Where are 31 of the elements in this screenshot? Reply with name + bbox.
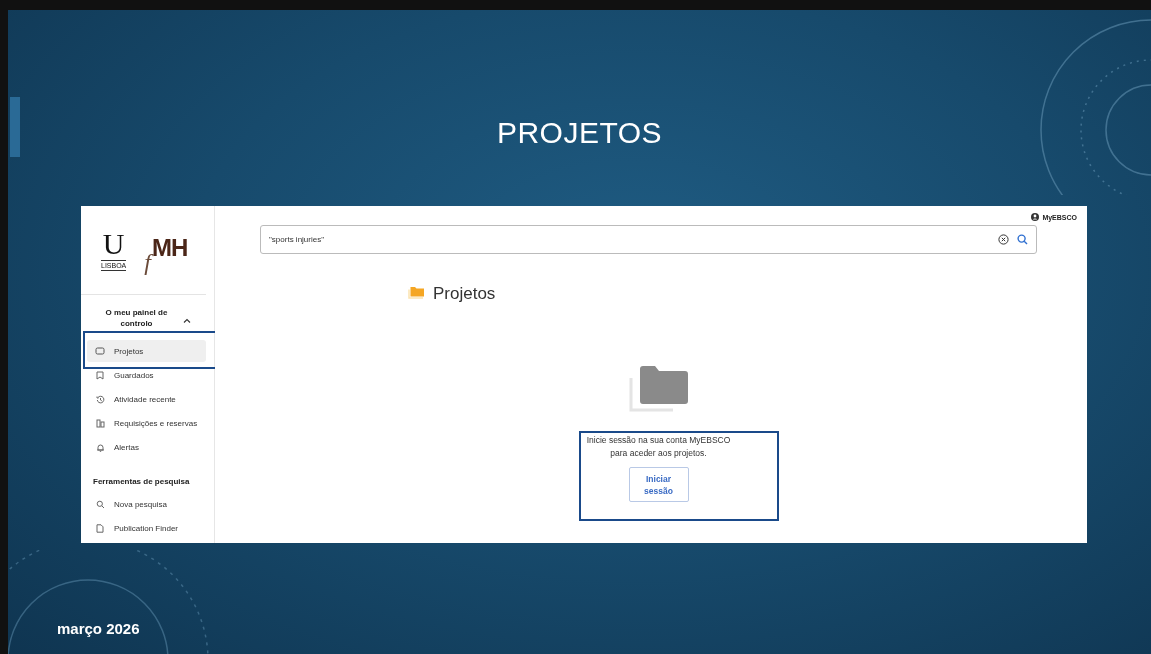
search-icon [95,499,105,509]
sidebar-item[interactable]: Guardados [87,364,206,386]
sign-in-message: Inicie sessão na sua conta MyEBSCO para aceder aos projetos. [586,434,731,460]
sidebar-item[interactable]: Alertas [87,436,206,458]
document-icon [96,523,104,533]
slide-footer: março 2026 [57,620,140,637]
bookmark-icon [96,370,104,380]
user-icon [1031,213,1040,221]
sidebar-item[interactable]: Requisições e reservas [87,412,206,434]
bell-icon [95,442,105,452]
slide-title: PROJETOS [496,116,663,150]
clear-icon[interactable] [998,233,1009,245]
sidebar-item[interactable]: Projetos [87,340,206,362]
section-heading: Ferramentas de pesquisa [92,476,191,488]
page-heading: Projetos [433,284,496,304]
chevron-up-icon[interactable] [182,318,191,323]
history-icon [95,394,105,404]
search-field[interactable]: "sports injuries" [269,235,990,244]
sign-in-button[interactable]: Iniciar sessão [628,467,689,502]
logo-letter: U [102,229,125,258]
sidebar-item[interactable]: Nova pesquisa [87,493,206,515]
projects-icon [95,347,105,355]
search-bar[interactable]: "sports injuries" [260,225,1037,254]
folder-icon [408,286,425,299]
accent-bar [10,97,20,157]
folder-icon [628,366,689,412]
section-label: O meu painel de controlo [104,307,169,329]
sidebar-item[interactable]: Publication Finder [87,517,206,539]
books-icon [95,418,105,428]
sidebar-item[interactable]: Atividade recente [87,388,206,410]
search-icon[interactable] [1017,233,1028,245]
